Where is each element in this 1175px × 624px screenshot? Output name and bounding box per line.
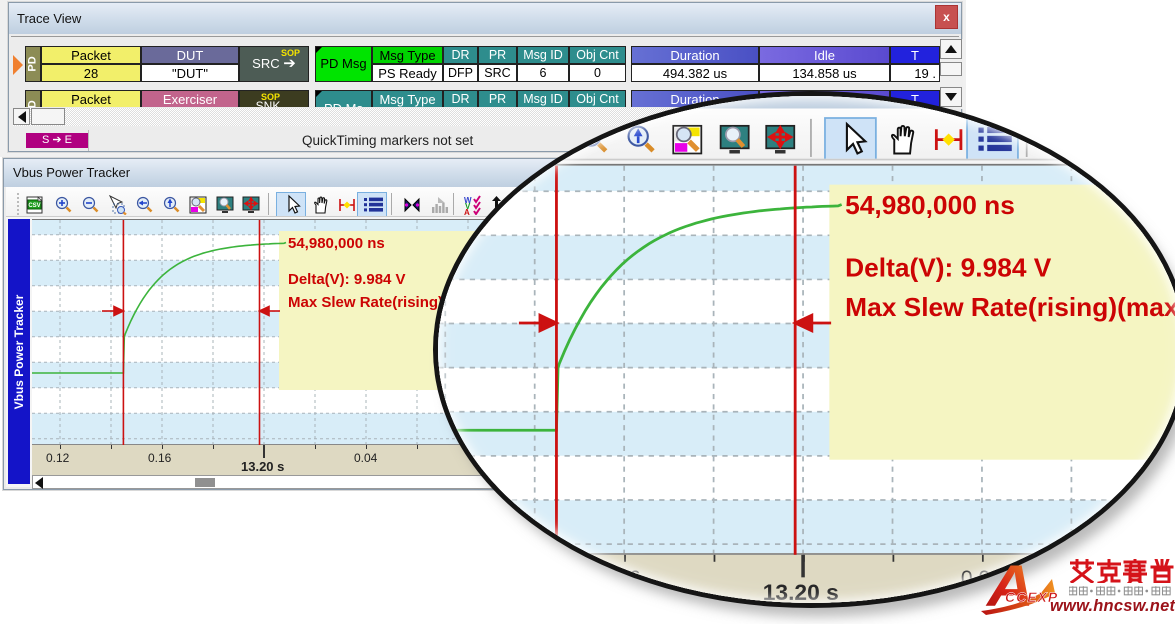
svg-text:CSV: CSV	[28, 203, 40, 209]
svg-text:A: A	[1154, 144, 1164, 157]
